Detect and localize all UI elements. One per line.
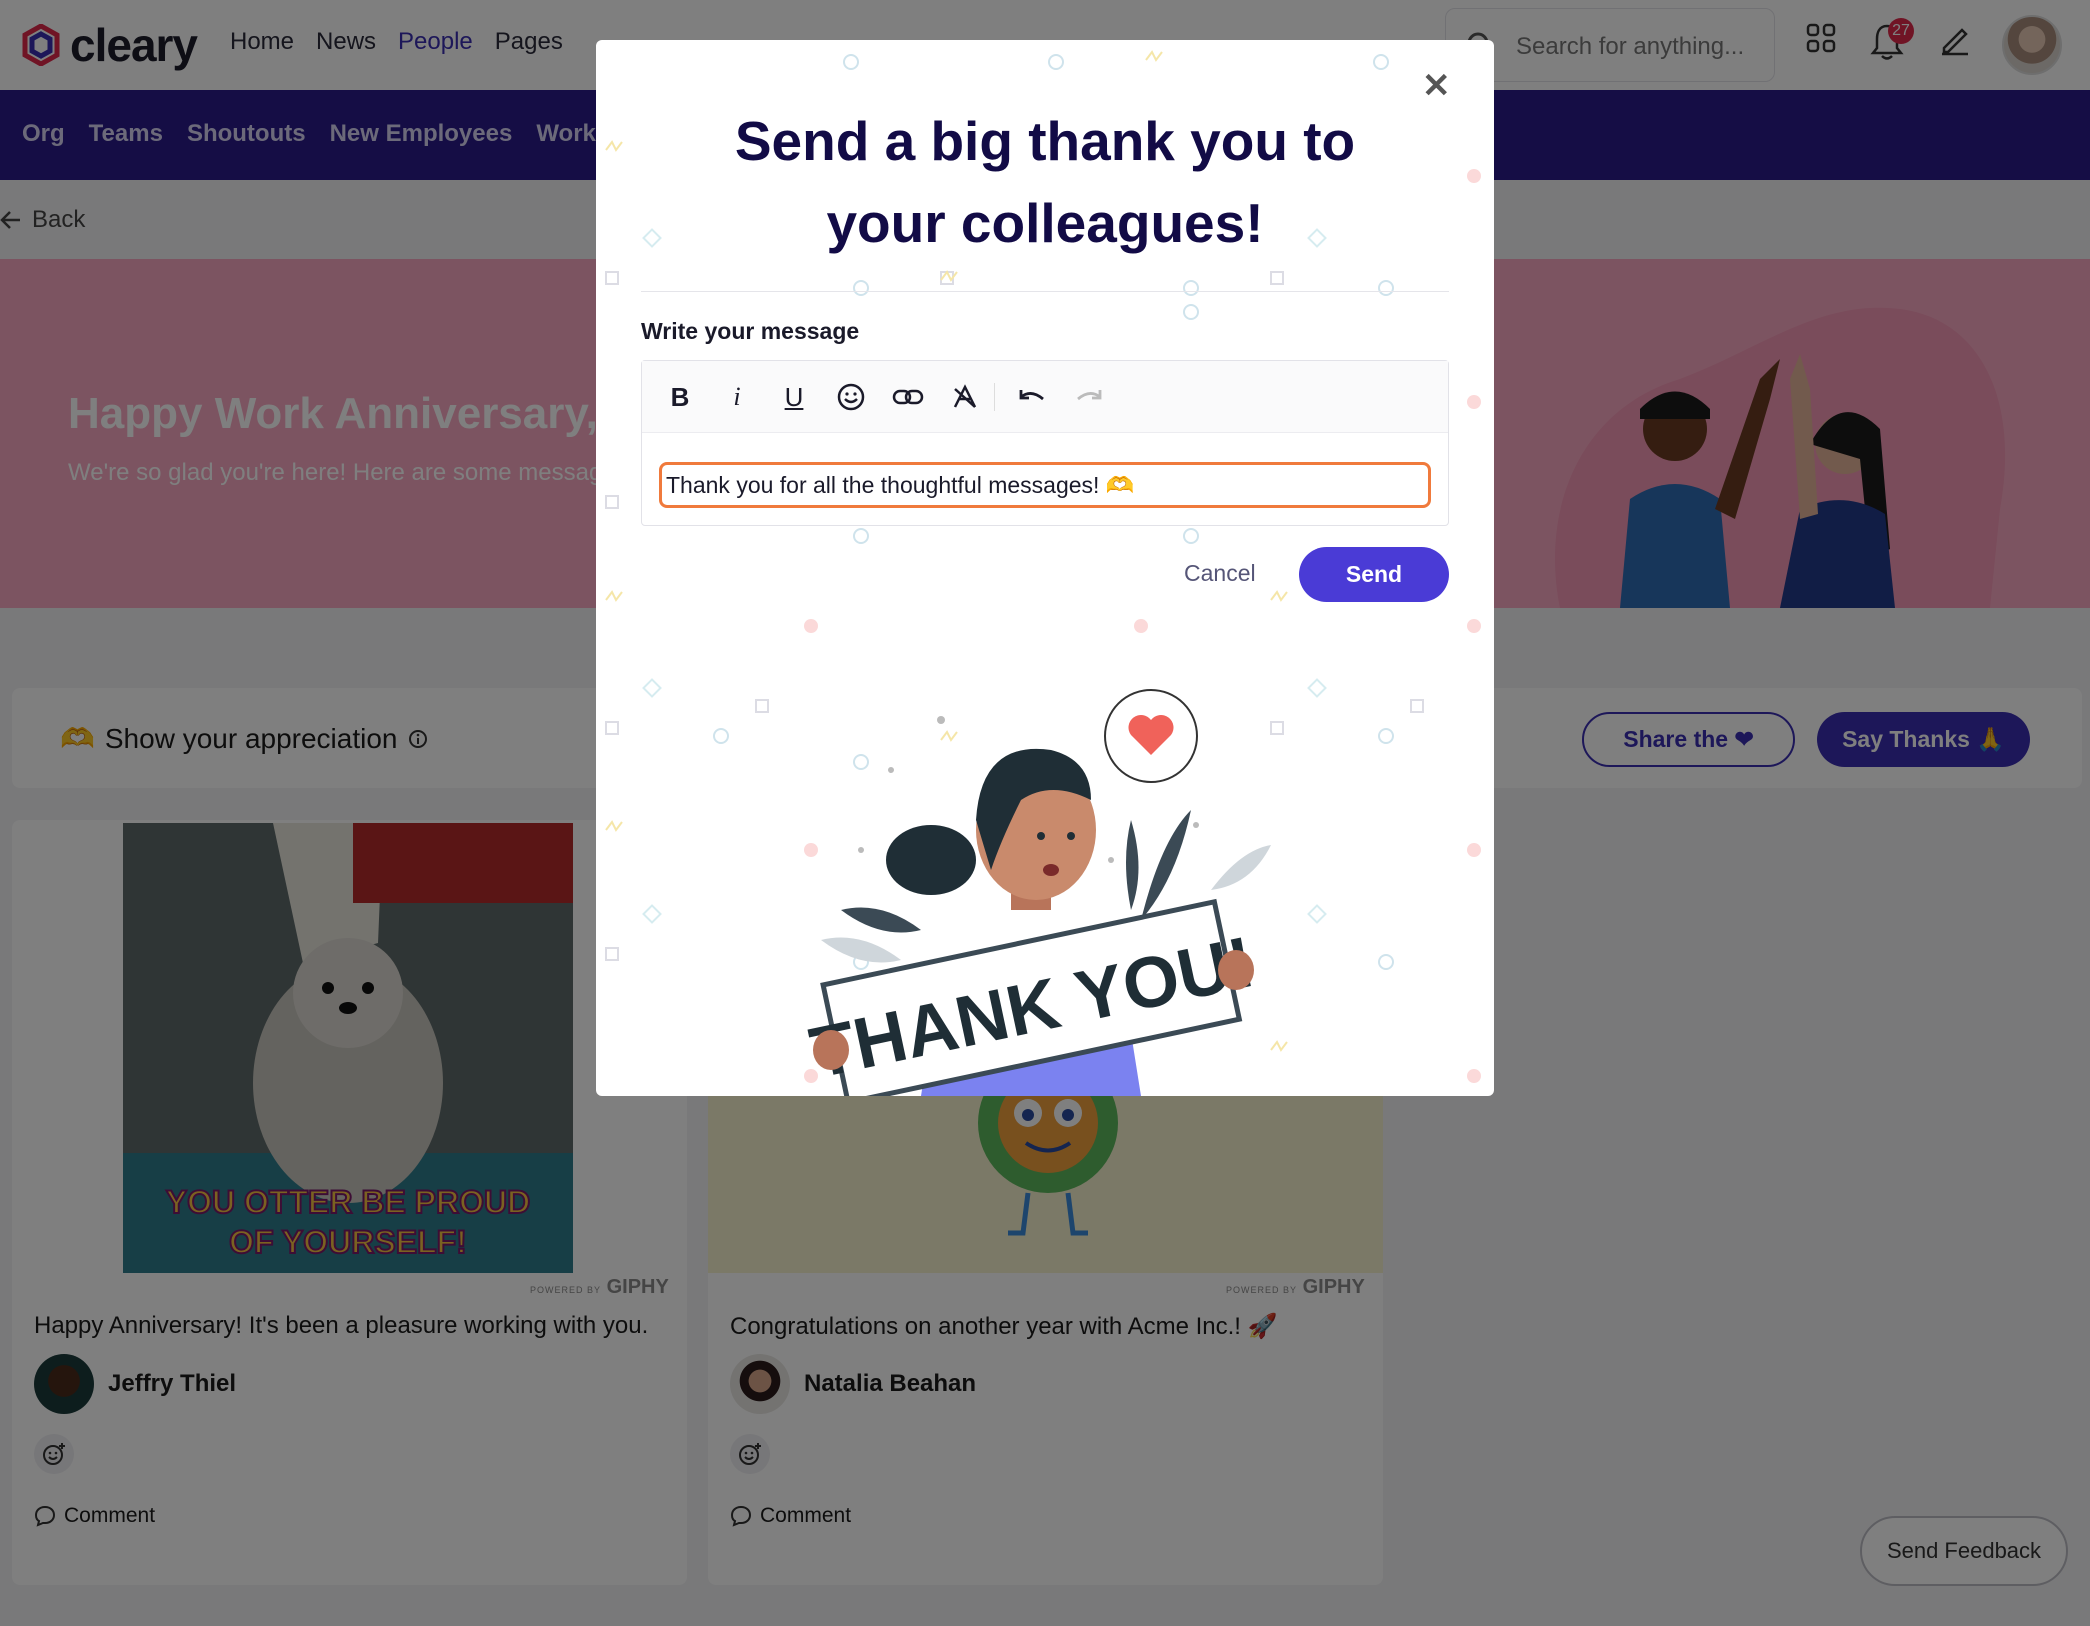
editor-toolbar: B i U [642,361,1448,433]
bold-icon[interactable]: B [662,379,698,415]
message-input[interactable]: Thank you for all the thoughtful message… [659,462,1431,508]
thank-you-illustration: THANK YOU! [804,689,1271,1096]
thank-you-modal: ✕ Send a big thank you to your colleague… [596,40,1494,1096]
link-icon[interactable] [890,379,926,415]
toolbar-separator [994,383,995,411]
clear-formatting-icon[interactable] [947,379,983,415]
modal-title-line1: Send a big thank you to [734,110,1356,172]
send-button[interactable]: Send [1299,547,1449,602]
modal-title-line2: your colleagues! [826,192,1264,254]
redo-icon[interactable] [1071,379,1107,415]
undo-icon[interactable] [1014,379,1050,415]
modal-title: Send a big thank you to your colleagues! [676,100,1414,264]
divider [641,291,1449,292]
rich-text-editor: B i U Thank you for all the thoughtful m… [641,360,1449,526]
cancel-button[interactable]: Cancel [1184,560,1256,587]
close-icon[interactable]: ✕ [1422,66,1451,106]
message-label: Write your message [641,318,860,344]
underline-icon[interactable]: U [776,379,812,415]
italic-icon[interactable]: i [719,379,755,415]
emoji-icon[interactable] [833,379,869,415]
